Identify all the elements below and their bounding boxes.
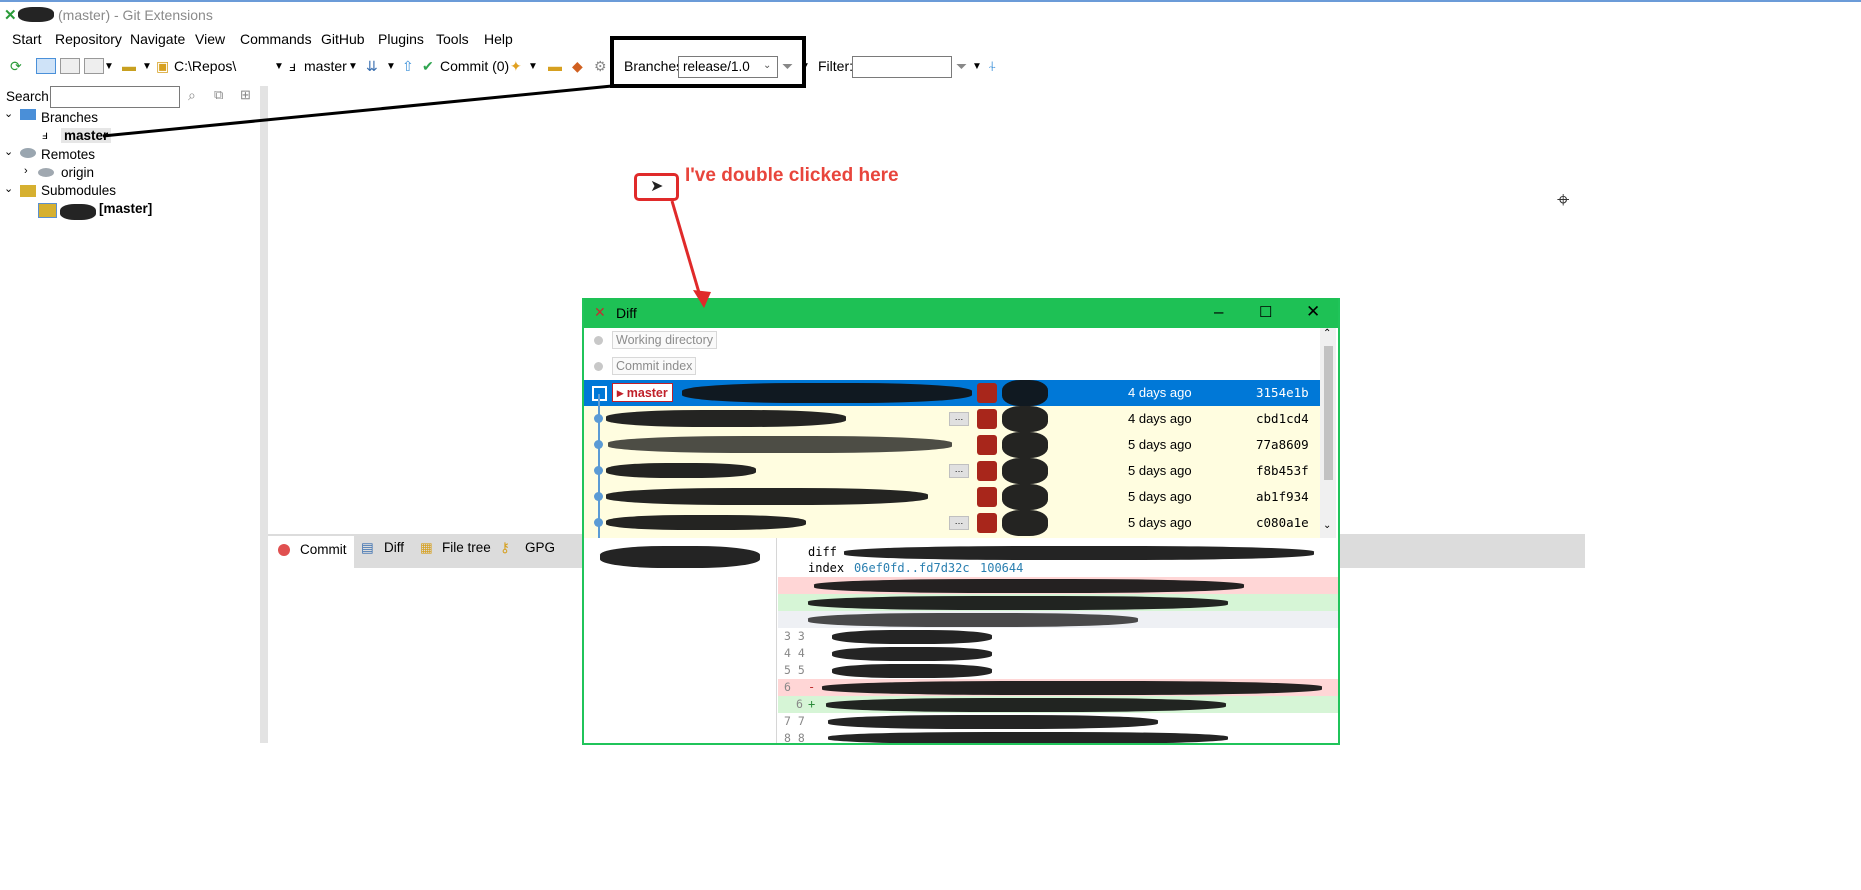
annotation-line bbox=[102, 84, 613, 138]
double-click-marker-box: ➤ bbox=[634, 173, 679, 201]
annotation-arrowhead bbox=[693, 290, 711, 308]
annotation-arrow-line bbox=[670, 200, 702, 297]
annotation-arrows bbox=[102, 84, 711, 308]
annotation-text: I've double clicked here bbox=[685, 165, 899, 186]
mouse-cursor-icon: ➤ bbox=[650, 178, 664, 195]
